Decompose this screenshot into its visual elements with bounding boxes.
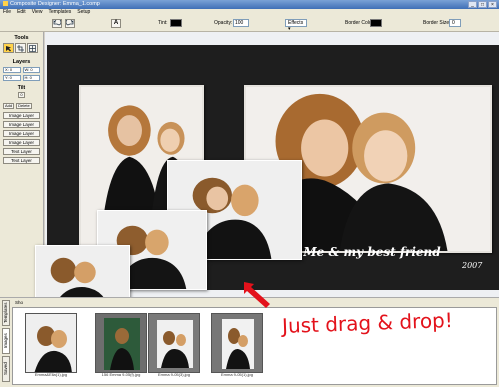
opacity-input[interactable]: 100	[233, 19, 249, 27]
crop-tool[interactable]	[15, 43, 26, 53]
tilt-field[interactable]: 0	[18, 92, 25, 98]
thumbnail-2[interactable]	[95, 313, 147, 373]
thumbnail-2-image	[96, 314, 146, 372]
close-button[interactable]: ×	[488, 1, 497, 8]
grid-tool[interactable]	[27, 43, 38, 53]
thumbnail-1[interactable]	[25, 313, 77, 373]
menu-file[interactable]: File	[3, 9, 11, 16]
menu-view[interactable]: View	[32, 9, 43, 16]
thumbnail-3-image	[149, 314, 199, 372]
rotate-left-button[interactable]	[52, 18, 62, 28]
width-field[interactable]: W: 0	[22, 67, 40, 73]
height-field[interactable]: H: 0	[22, 75, 40, 81]
image-layer-4[interactable]: Image Layer	[3, 139, 40, 146]
tint-color-swatch[interactable]	[170, 19, 182, 27]
grid-icon	[29, 44, 36, 52]
minimize-button[interactable]: _	[468, 1, 477, 8]
red-arrow-icon	[244, 282, 270, 308]
border-color-swatch[interactable]	[370, 19, 382, 27]
rotate-left-icon	[53, 18, 62, 26]
caption-year[interactable]: 2007	[462, 261, 482, 270]
maximize-button[interactable]: □	[478, 1, 487, 8]
window-title: Composite Designer: Emma_1.comp	[10, 1, 100, 7]
menu-templates[interactable]: Templates	[48, 9, 71, 16]
window-titlebar: Composite Designer: Emma_1.comp _ □ ×	[0, 0, 499, 9]
thumbnail-3-label: Emma 9-05(3).jpg	[157, 372, 190, 377]
text-layer-1[interactable]: Text Layer	[3, 148, 40, 155]
thumbnail-1-image	[26, 314, 76, 372]
toolbar: A Tint: Opacity: 100 Effects ▾ Border Co…	[0, 16, 499, 32]
composite-board[interactable]: Me & my best friend 2007	[35, 45, 499, 315]
thumbnail-4[interactable]	[211, 313, 263, 373]
crop-icon	[17, 44, 24, 52]
y-field[interactable]: Y: 0	[3, 75, 21, 81]
image-layer-2[interactable]: Image Layer	[3, 121, 40, 128]
tab-templates[interactable]: Templates	[2, 300, 10, 326]
folder-path: Sho	[15, 300, 24, 305]
tab-saved[interactable]: Saved	[2, 356, 10, 382]
thumbnail-4-label: Emma 9-05(1).jpg	[220, 372, 253, 377]
pointer-icon	[6, 45, 11, 51]
text-layer-2[interactable]: Text Layer	[3, 157, 40, 164]
menu-bar: File Edit View Templates Setup	[0, 9, 499, 16]
pointer-tool[interactable]	[3, 43, 14, 53]
window-controls: _ □ ×	[468, 1, 497, 8]
app-icon	[3, 1, 8, 6]
thumbnail-3[interactable]	[148, 313, 200, 373]
x-field[interactable]: X: 0	[3, 67, 21, 73]
thumbnail-1-label: Emma&Ella(1).jpg	[34, 372, 68, 377]
opacity-label: Opacity:	[214, 20, 233, 26]
add-layer-button[interactable]: Add	[3, 103, 15, 109]
menu-setup[interactable]: Setup	[77, 9, 90, 16]
border-size-label: Border Size:	[423, 20, 451, 26]
rotate-right-button[interactable]	[65, 18, 75, 28]
thumbnail-4-image	[212, 314, 262, 372]
caption-text[interactable]: Me & my best friend	[247, 245, 497, 259]
effects-dropdown[interactable]: Effects ▾	[285, 19, 307, 32]
tab-images[interactable]: Images	[2, 328, 10, 354]
menu-edit[interactable]: Edit	[17, 9, 26, 16]
design-canvas[interactable]: Me & my best friend 2007	[35, 32, 499, 315]
browser-tabs: Templates Images Saved	[2, 300, 10, 382]
delete-layer-button[interactable]: Delete	[16, 103, 32, 109]
image-layer-1[interactable]: Image Layer	[3, 112, 40, 119]
border-size-select[interactable]: 0	[449, 19, 461, 27]
tint-label: Tint:	[158, 20, 168, 26]
image-layer-3[interactable]: Image Layer	[3, 130, 40, 137]
rotate-right-icon	[65, 18, 74, 26]
thumbnail-2-label: 156 Emma 9-05(f).jpg	[101, 372, 141, 377]
text-tool-button[interactable]: A	[111, 19, 121, 28]
